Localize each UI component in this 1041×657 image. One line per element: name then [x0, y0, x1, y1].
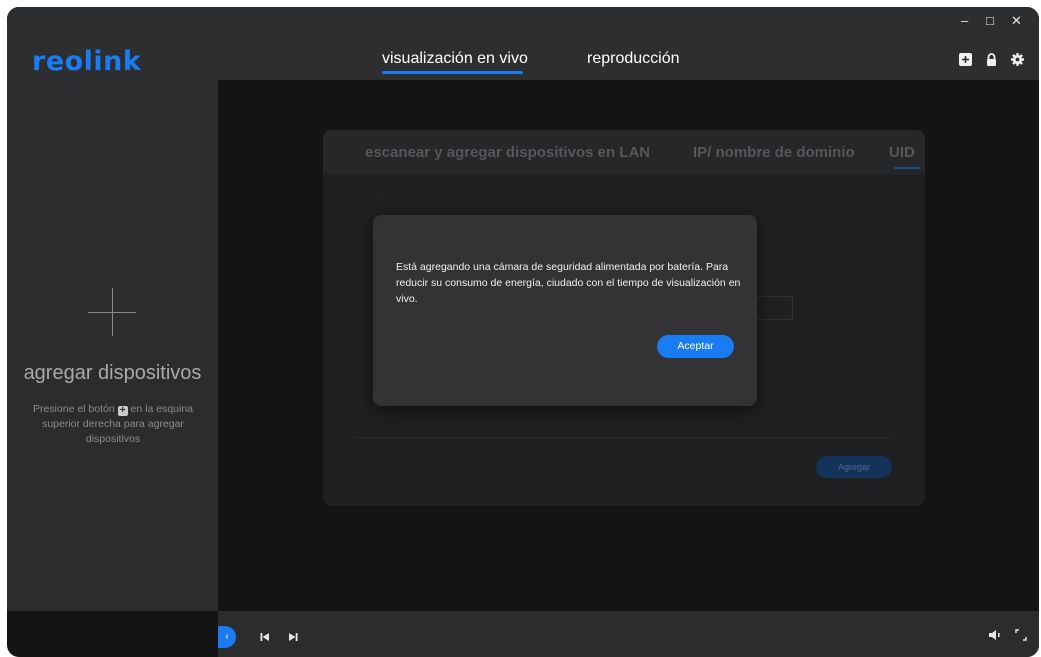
bottom-toolbar: ‹ — [218, 611, 1039, 657]
add-device-plus-icon-bar[interactable] — [88, 312, 136, 313]
add-button[interactable]: Agregar — [816, 456, 892, 478]
maximize-button[interactable]: □ — [986, 13, 994, 28]
active-tab-indicator — [382, 71, 523, 74]
add-devices-title: agregar dispositivos — [23, 362, 202, 384]
tab-ip-domain[interactable]: IP/ nombre de dominio — [693, 144, 855, 161]
panel-divider — [355, 437, 891, 438]
app-window: reolink – □ ✕ visualización en vivo repr… — [7, 7, 1039, 657]
add-device-icon: + — [117, 406, 128, 416]
dialog-message: Está agregando una cámara de seguridad a… — [396, 261, 741, 305]
next-icon[interactable] — [288, 629, 298, 647]
tab-uid[interactable]: UID — [889, 144, 915, 161]
tab-scan-lan[interactable]: escanear y agregar dispositivos en LAN — [365, 144, 650, 161]
close-button[interactable]: ✕ — [1011, 13, 1022, 29]
live-view-area: escanear y agregar dispositivos en LAN I… — [218, 80, 1039, 611]
title-bar: reolink – □ ✕ visualización en vivo repr… — [7, 7, 1039, 80]
active-panel-tab-indicator — [894, 167, 920, 169]
add-device-icon[interactable] — [958, 52, 973, 67]
volume-icon[interactable] — [989, 628, 1003, 646]
tab-playback[interactable]: reproducción — [587, 50, 680, 68]
fullscreen-icon[interactable] — [1015, 628, 1027, 646]
collapse-sidebar-button[interactable]: ‹ — [218, 626, 236, 648]
tab-live-view[interactable]: visualización en vivo — [382, 50, 528, 68]
add-devices-hint: Presione el botón + en la esquina superi… — [29, 402, 197, 447]
battery-camera-dialog: Está agregando una cámara de seguridad a… — [373, 215, 757, 406]
add-device-tabs: escanear y agregar dispositivos en LAN I… — [323, 130, 925, 174]
previous-icon[interactable] — [260, 629, 270, 647]
device-sidebar: agregar dispositivos Presione el botón +… — [7, 80, 218, 611]
gear-icon[interactable] — [1010, 52, 1025, 67]
reolink-logo: reolink — [32, 46, 142, 77]
minimize-button[interactable]: – — [961, 13, 968, 28]
lock-icon[interactable] — [984, 52, 999, 67]
hint-text-before: Presione el botón — [32, 403, 115, 415]
uid-input-field[interactable] — [751, 296, 793, 320]
accept-button[interactable]: Aceptar — [657, 335, 734, 358]
